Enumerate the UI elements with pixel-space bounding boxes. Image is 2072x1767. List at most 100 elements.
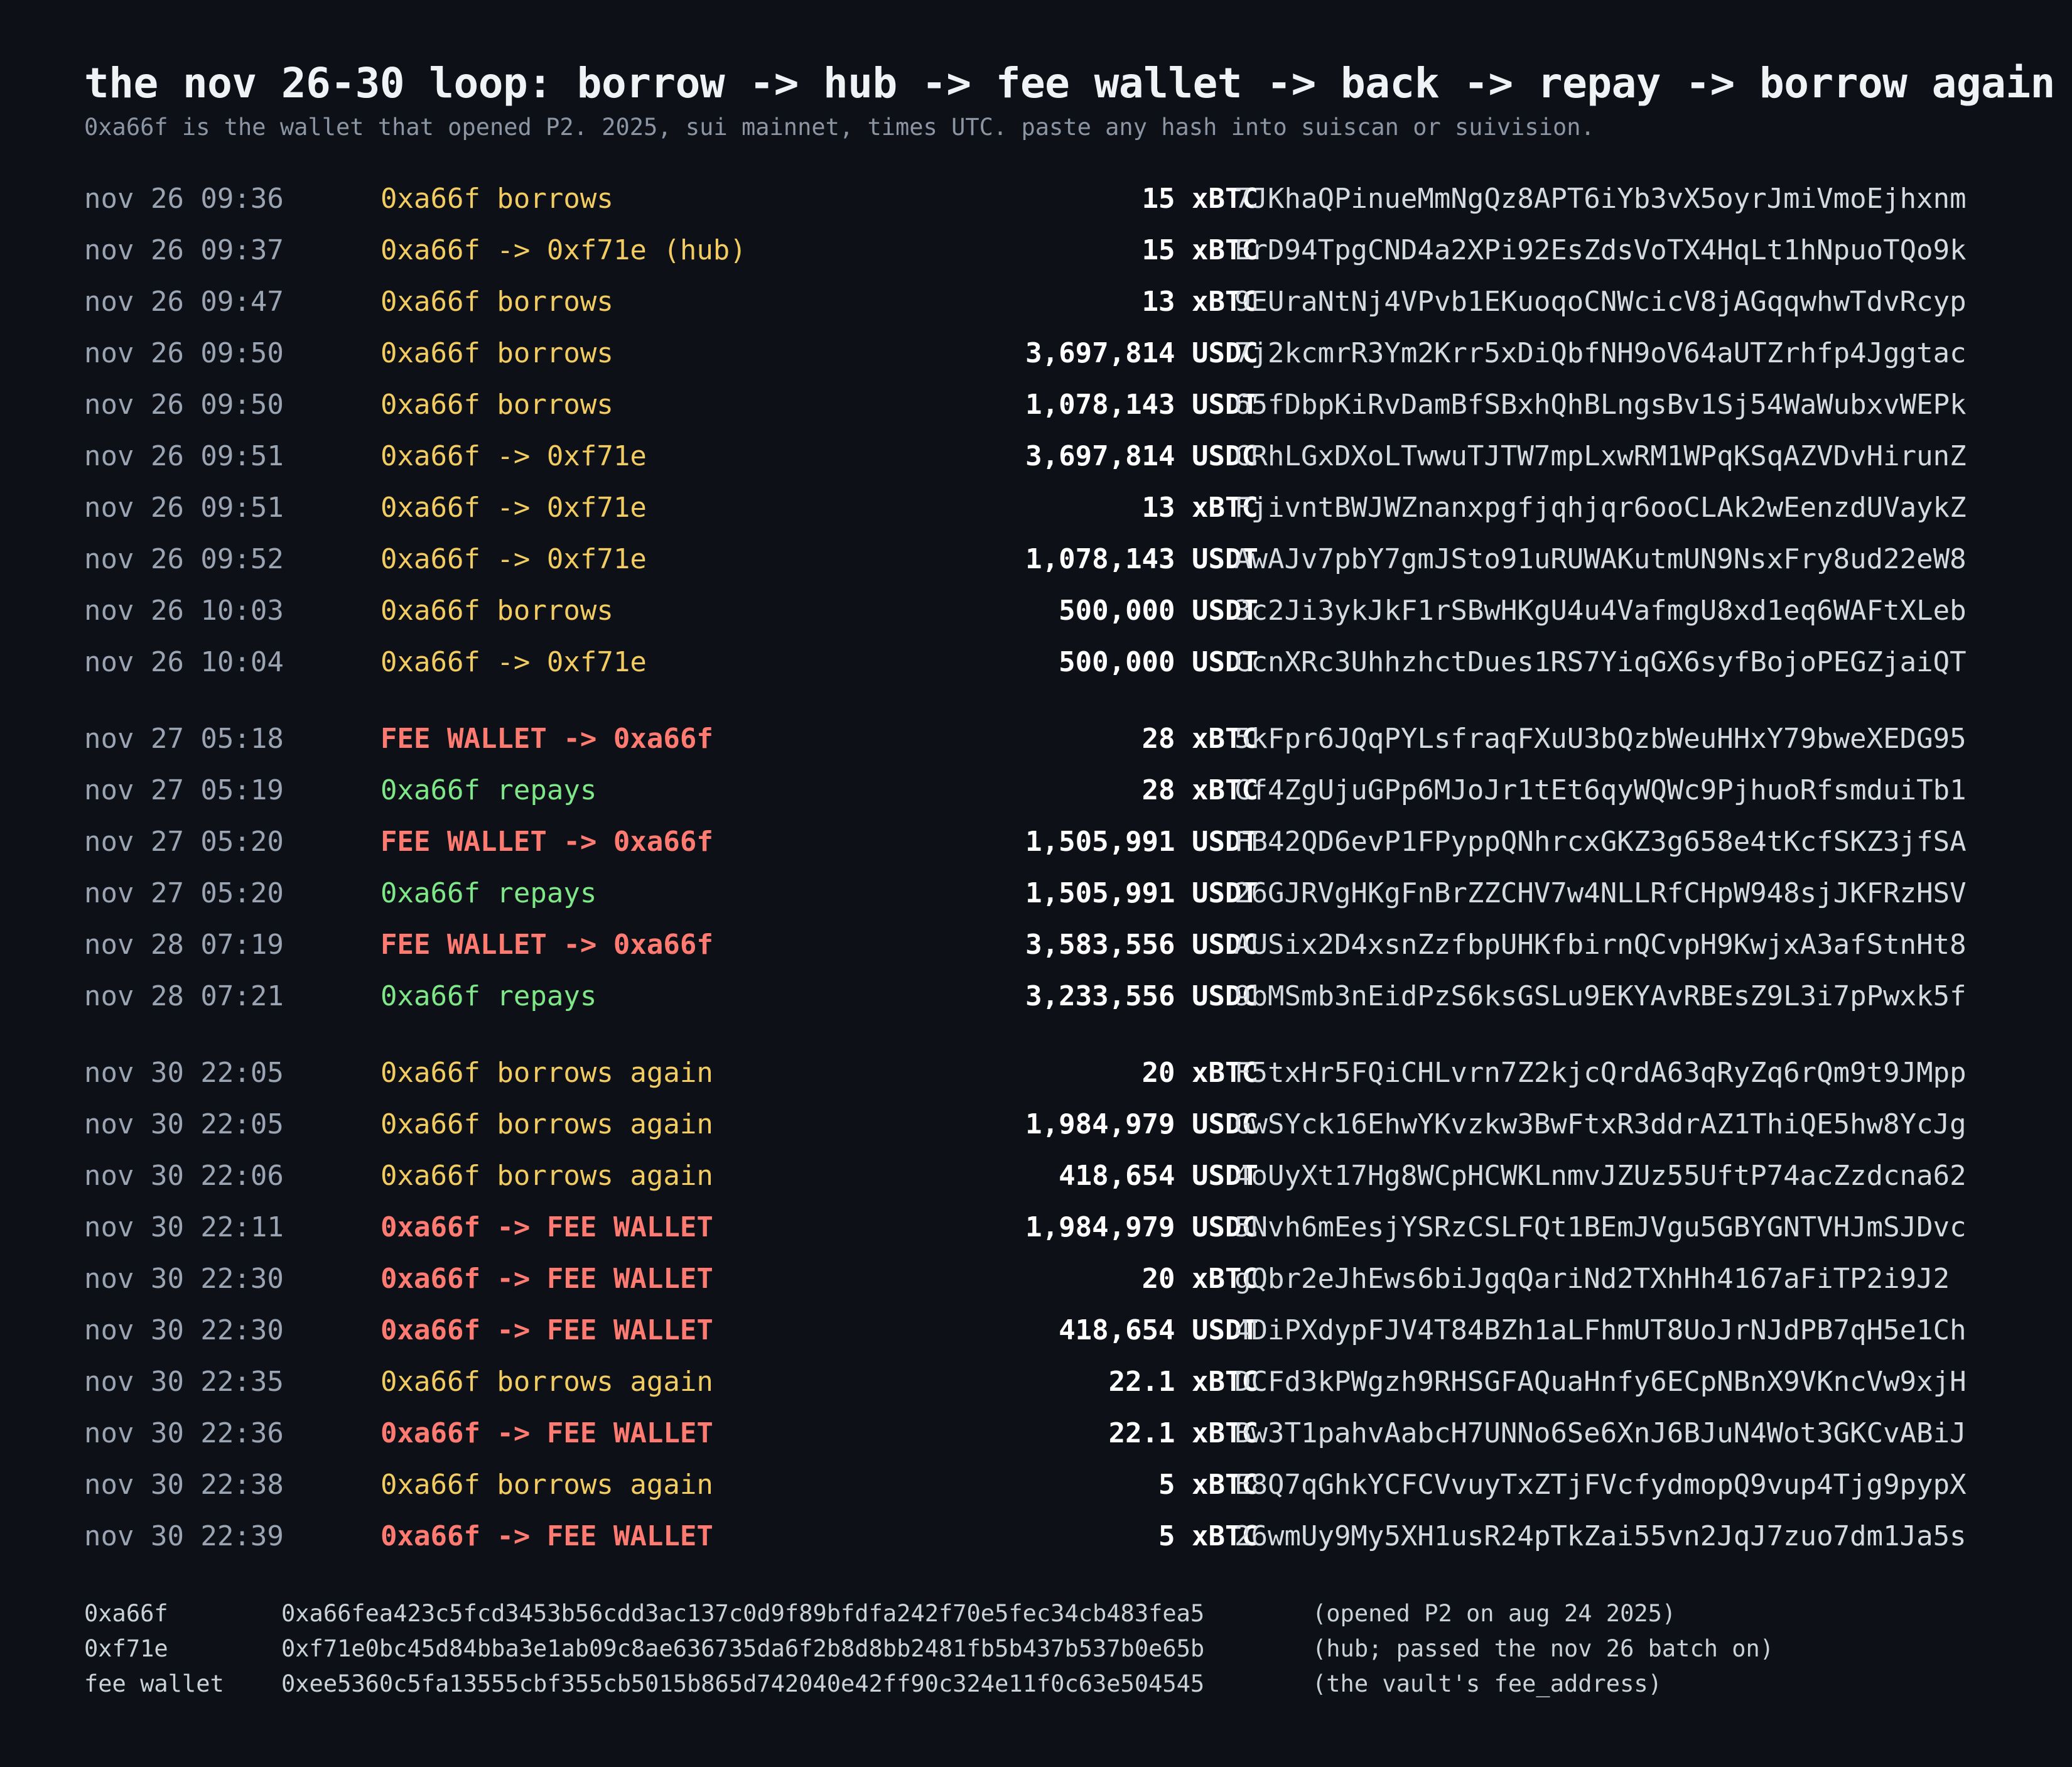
tx-amount: 13 xBTC <box>1141 492 1258 524</box>
tx-amount: 22.1 xBTC <box>1108 1366 1258 1398</box>
tx-hash[interactable]: CcnXRc3UhhzhctDues1RS7YiqGX6syfBojoPEGZj… <box>1234 637 1967 688</box>
tx-time: nov 30 22:11 <box>84 1211 284 1243</box>
transaction-row: nov 27 05:19 0xa66f repays 28 xBTC Cf4ZgUju… <box>84 765 2005 816</box>
tx-description: 0xa66f -> 0xf71e <box>380 492 647 524</box>
tx-hash[interactable]: 9EUraNtNj4VPvb1EKuoqoCNWcicV8jAGqqwhwTdv… <box>1234 276 1967 328</box>
tx-hash[interactable]: 3c2Ji3ykJkF1rSBwHKgU4u4VafmgU8xd1eq6WAFt… <box>1234 585 1967 637</box>
tx-hash[interactable]: 7JKhaQPinueMmNgQz8APT6iYb3vX5oyrJmiVmoEj… <box>1234 173 1967 225</box>
transaction-row: nov 30 22:05 0xa66f borrows again 1,984,97… <box>84 1099 2005 1150</box>
transaction-row: nov 30 22:36 0xa66f -> FEE WALLET 22.1 xBT… <box>84 1408 2005 1459</box>
tx-hash[interactable]: Bw3T1pahvAabcH7UNNo6Se6XnJ6BJuN4Wot3GKCv… <box>1234 1408 1967 1459</box>
page: the nov 26-30 loop: borrow -> hub -> fee… <box>84 55 2055 1702</box>
tx-time: nov 26 09:36 <box>84 183 284 215</box>
tx-amount: 3,697,814 USDC <box>1025 337 1258 369</box>
tx-description: 0xa66f borrows <box>380 337 613 369</box>
transaction-row: nov 26 10:04 0xa66f -> 0xf71e 500,000 USDT… <box>84 637 2005 688</box>
tx-time: nov 30 22:05 <box>84 1057 284 1089</box>
tx-hash[interactable]: F5txHr5FQiCHLvrn7Z2kjcQrdA63qRyZq6rQm9t9… <box>1234 1047 1967 1099</box>
tx-description: 0xa66f repays <box>380 980 597 1012</box>
tx-time: nov 30 22:35 <box>84 1366 284 1398</box>
tx-description: 0xa66f -> FEE WALLET <box>380 1211 713 1243</box>
tx-amount: 3,697,814 USDC <box>1025 440 1258 472</box>
tx-hash[interactable]: 9bMSmb3nEidPzS6ksGSLu9EKYAvRBEsZ9L3i7pPw… <box>1234 971 1967 1022</box>
transaction-row: nov 26 09:47 0xa66f borrows 13 xBTC 9EUraNt… <box>84 276 2005 328</box>
transaction-row: nov 26 09:51 0xa66f -> 0xf71e 3,697,814 US… <box>84 431 2005 482</box>
legend-address[interactable]: 0xf71e0bc45d84bba3e1ab09c8ae636735da6f2b… <box>281 1631 1204 1667</box>
transaction-row: nov 26 09:50 0xa66f borrows 1,078,143 USDT… <box>84 379 2005 431</box>
transaction-row: nov 30 22:30 0xa66f -> FEE WALLET 20 xBTC g… <box>84 1253 2005 1305</box>
tx-description: 0xa66f -> FEE WALLET <box>380 1520 713 1552</box>
tx-amount: 20 xBTC <box>1141 1057 1258 1089</box>
tx-hash[interactable]: E8Q7qGhkYCFCVvuyTxZTjFVcfydmopQ9vup4Tjg9… <box>1234 1459 1967 1511</box>
legend-note: (hub; passed the nov 26 batch on) <box>1312 1635 1774 1662</box>
tx-description: 0xa66f borrows again <box>380 1057 713 1089</box>
transaction-row: nov 27 05:20 FEE WALLET -> 0xa66f 1,505,99… <box>84 816 2005 868</box>
tx-description: 0xa66f -> 0xf71e (hub) <box>380 234 747 266</box>
transaction-row: nov 30 22:05 0xa66f borrows again 20 xBTC F… <box>84 1047 2005 1099</box>
tx-hash[interactable]: CRhLGxDXoLTwwuTJTW7mpLxwRM1WPqKSqAZVDvHi… <box>1234 431 1967 482</box>
tx-time: nov 26 09:52 <box>84 543 284 575</box>
tx-time: nov 27 05:18 <box>84 723 284 755</box>
transaction-row: nov 26 09:51 0xa66f -> 0xf71e 13 xBTC Fjivn… <box>84 482 2005 534</box>
tx-hash[interactable]: FB42QD6evP1FPyppQNhrcxGKZ3g658e4tKcfSKZ3… <box>1234 816 1967 868</box>
transaction-row: nov 26 09:50 0xa66f borrows 3,697,814 USDC… <box>84 328 2005 379</box>
tx-hash[interactable]: 26GJRVgHKgFnBrZZCHV7w4NLLRfCHpW948sjJKFR… <box>1234 868 1967 919</box>
tx-hash[interactable]: DCFd3kPWgzh9RHSGFAQuaHnfy6ECpNBnX9VKncVw… <box>1234 1356 1967 1408</box>
tx-hash[interactable]: 4DiPXdypFJV4T84BZh1aLFhmUT8UoJrNJdPB7qH5… <box>1234 1305 1967 1356</box>
transaction-row: nov 28 07:21 0xa66f repays 3,233,556 USDC 9… <box>84 971 2005 1022</box>
tx-description: 0xa66f borrows again <box>380 1160 713 1192</box>
tx-amount: 5 xBTC <box>1158 1469 1258 1501</box>
tx-description: 0xa66f borrows <box>380 183 613 215</box>
tx-time: nov 30 22:30 <box>84 1314 284 1346</box>
tx-time: nov 27 05:20 <box>84 826 284 858</box>
tx-hash[interactable]: AwAJv7pbY7gmJSto91uRUWAKutmUN9NsxFry8ud2… <box>1234 534 1967 585</box>
transaction-group: nov 26 09:36 0xa66f borrows 15 xBTC 7JKhaQP… <box>84 173 2005 688</box>
page-title: the nov 26-30 loop: borrow -> hub -> fee… <box>84 59 2055 107</box>
tx-amount: 418,654 USDT <box>1059 1314 1258 1346</box>
transaction-row: nov 26 09:52 0xa66f -> 0xf71e 1,078,143 US… <box>84 534 2005 585</box>
tx-hash[interactable]: 4oUyXt17Hg8WCpHCWKLnmvJZUz55UftP74acZzdc… <box>1234 1150 1967 1202</box>
tx-amount: 1,078,143 USDT <box>1025 543 1258 575</box>
legend-address[interactable]: 0xa66fea423c5fcd3453b56cdd3ac137c0d9f89b… <box>281 1596 1204 1631</box>
tx-time: nov 26 09:50 <box>84 389 284 421</box>
tx-hash[interactable]: 5Nvh6mEesjYSRzCSLFQt1BEmJVgu5GBYGNTVHJmS… <box>1234 1202 1967 1253</box>
tx-description: 0xa66f -> FEE WALLET <box>380 1314 713 1346</box>
transaction-row: nov 27 05:18 FEE WALLET -> 0xa66f 28 xBTC 5… <box>84 713 2005 765</box>
tx-description: 0xa66f borrows again <box>380 1366 713 1398</box>
tx-description: 0xa66f repays <box>380 877 597 909</box>
tx-hash[interactable]: Cf4ZgUjuGPp6MJoJr1tEt6qyWQWc9PjhuoRfsmdu… <box>1234 765 1967 816</box>
tx-hash[interactable]: AUSix2D4xsnZzfbpUHKfbirnQCvpH9KwjxA3afSt… <box>1234 919 1967 971</box>
tx-description: 0xa66f borrows <box>380 595 613 627</box>
tx-amount: 15 xBTC <box>1141 234 1258 266</box>
tx-time: nov 26 09:51 <box>84 440 284 472</box>
tx-description: 0xa66f -> 0xf71e <box>380 440 647 472</box>
transaction-row: nov 30 22:38 0xa66f borrows again 5 xBTC E8… <box>84 1459 2005 1511</box>
tx-hash[interactable]: ErD94TpgCND4a2XPi92EsZdsVoTX4HqLt1hNpuoT… <box>1234 225 1967 276</box>
tx-description: 0xa66f -> FEE WALLET <box>380 1263 713 1295</box>
transaction-group: nov 27 05:18 FEE WALLET -> 0xa66f 28 xBTC 5… <box>84 713 2005 1022</box>
tx-time: nov 30 22:39 <box>84 1520 284 1552</box>
tx-time: nov 26 09:50 <box>84 337 284 369</box>
tx-amount: 500,000 USDT <box>1059 646 1258 678</box>
transaction-table: nov 26 09:36 0xa66f borrows 15 xBTC 7JKhaQP… <box>84 173 2005 1562</box>
tx-description: 0xa66f borrows again <box>380 1469 713 1501</box>
legend-label: 0xa66f <box>84 1600 168 1627</box>
tx-hash[interactable]: gQbr2eJhEws6biJgqQariNd2TXhHh4167aFiTP2i… <box>1234 1253 1950 1305</box>
tx-amount: 1,984,979 USDC <box>1025 1108 1258 1140</box>
legend-address[interactable]: 0xee5360c5fa13555cbf355cb5015b865d742040… <box>281 1667 1204 1702</box>
tx-time: nov 26 09:37 <box>84 234 284 266</box>
legend-row: fee wallet 0xee5360c5fa13555cbf355cb5015b… <box>84 1667 2005 1702</box>
tx-hash[interactable]: 7j2kcmrR3Ym2Krr5xDiQbfNH9oV64aUTZrhfp4Jg… <box>1234 328 1967 379</box>
tx-hash[interactable]: FjivntBWJWZnanxpgfjqhjqr6ooCLAk2wEenzdUV… <box>1234 482 1967 534</box>
tx-hash[interactable]: GwSYck16EhwYKvzkw3BwFtxR3ddrAZ1ThiQE5hw8… <box>1234 1099 1967 1150</box>
tx-hash[interactable]: 26wmUy9My5XH1usR24pTkZai55vn2JqJ7zuo7dm1… <box>1234 1511 1967 1562</box>
tx-hash[interactable]: 5kFpr6JQqPYLsfraqFXuU3bQzbWeuHHxY79bweXE… <box>1234 713 1967 765</box>
tx-description: 0xa66f repays <box>380 774 597 806</box>
transaction-row: nov 30 22:11 0xa66f -> FEE WALLET 1,984,97… <box>84 1202 2005 1253</box>
tx-hash[interactable]: 65fDbpKiRvDamBfSBxhQhBLngsBv1Sj54WaWubxv… <box>1234 379 1967 431</box>
tx-amount: 1,984,979 USDC <box>1025 1211 1258 1243</box>
tx-time: nov 26 10:04 <box>84 646 284 678</box>
tx-description: 0xa66f borrows <box>380 286 613 318</box>
tx-amount: 1,078,143 USDT <box>1025 389 1258 421</box>
tx-amount: 3,233,556 USDC <box>1025 980 1258 1012</box>
